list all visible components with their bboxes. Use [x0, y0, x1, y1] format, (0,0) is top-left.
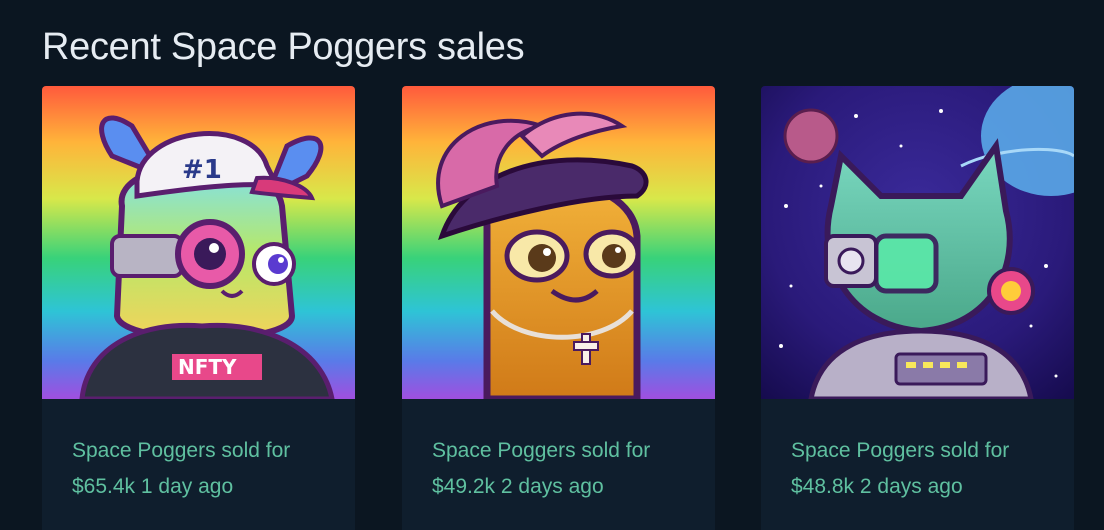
sale-info: Space Poggers sold for $48.8k 2 days ago	[761, 399, 1074, 505]
sale-price-time: $65.4k 1 day ago	[72, 475, 234, 498]
sale-card[interactable]: Space Poggers sold for $49.2k 2 days ago	[402, 86, 715, 530]
sale-card[interactable]: #1 NFTY Space Poggers sold for $65.4k 1 …	[42, 86, 355, 530]
space-cat-cyborg-image[interactable]	[761, 86, 1074, 399]
sale-info: Space Poggers sold for $65.4k 1 day ago	[42, 399, 355, 505]
rainbow-pickle-pirate-image[interactable]	[402, 86, 715, 399]
sale-price-time: $48.8k 2 days ago	[791, 475, 963, 498]
section-title: Recent Space Poggers sales	[42, 26, 525, 68]
svg-text:NFTY: NFTY	[178, 355, 237, 379]
sale-info: Space Poggers sold for $49.2k 2 days ago	[402, 399, 715, 505]
sale-price-time: $49.2k 2 days ago	[432, 475, 604, 498]
recent-sales-section: Recent Space Poggers sales #1 NFTY Space…	[0, 0, 1104, 530]
sale-title: Space Poggers sold for	[72, 439, 291, 462]
sale-title: Space Poggers sold for	[432, 439, 651, 462]
svg-text:#1: #1	[182, 155, 222, 185]
sale-card[interactable]: Space Poggers sold for $48.8k 2 days ago	[761, 86, 1074, 530]
rainbow-llama-poggers-image[interactable]: #1 NFTY	[42, 86, 355, 399]
sale-title: Space Poggers sold for	[791, 439, 1010, 462]
